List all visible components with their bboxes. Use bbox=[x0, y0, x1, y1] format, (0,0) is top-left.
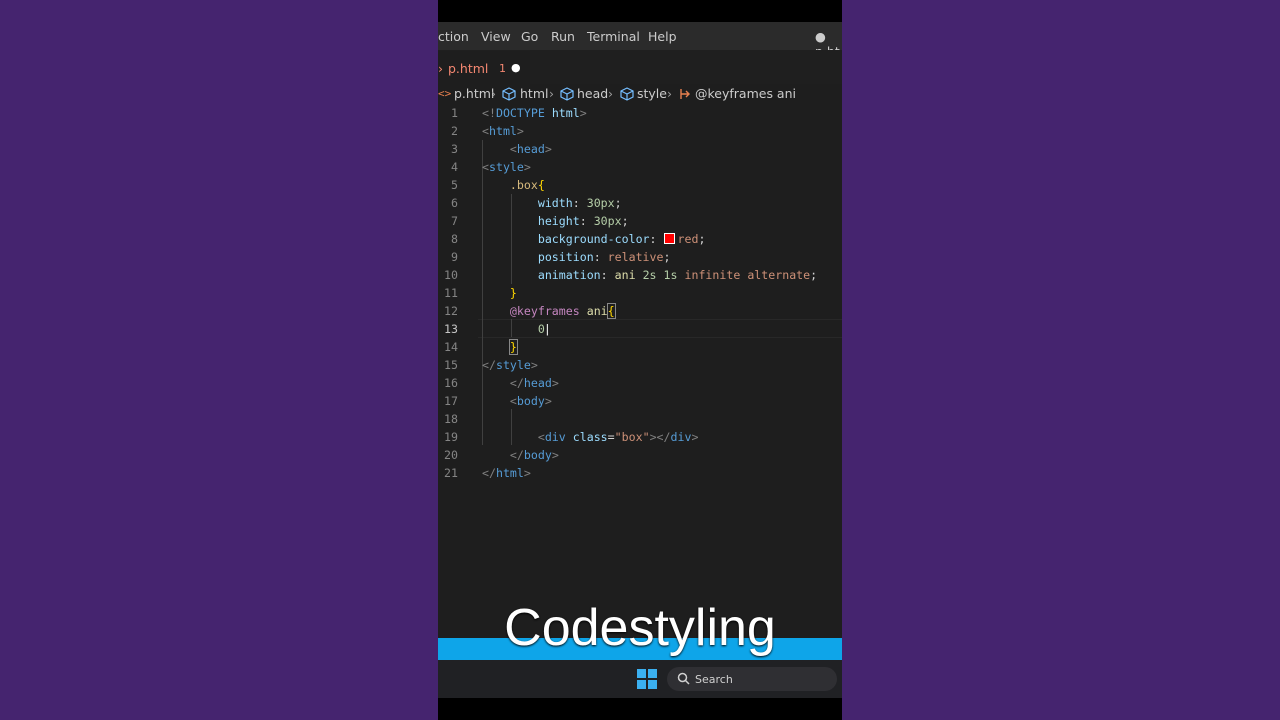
tab-label: p.html bbox=[448, 61, 489, 76]
unsaved-dot-icon[interactable]: ● bbox=[511, 61, 521, 74]
search-icon bbox=[677, 672, 690, 688]
code-line: 11 } bbox=[444, 286, 517, 300]
code-line: 12 @keyframes ani{ bbox=[444, 303, 616, 319]
chevron-right-icon: › bbox=[491, 86, 496, 101]
code-line: 10 animation: ani 2s 1s infinite alterna… bbox=[444, 268, 818, 282]
code-line: 18 bbox=[444, 412, 458, 426]
problem-count: 1 bbox=[499, 62, 506, 75]
code-line: 4 <style> bbox=[451, 160, 531, 174]
background-left bbox=[0, 0, 438, 720]
menu-help[interactable]: Help bbox=[648, 29, 677, 44]
menu-selection[interactable]: ction bbox=[438, 29, 469, 44]
code-line: 5 .box{ bbox=[451, 178, 545, 192]
code-line: 14 } bbox=[444, 339, 518, 355]
code-line: 3 <head> bbox=[451, 142, 552, 156]
code-line: 7 height: 30px; bbox=[451, 214, 629, 228]
cube-icon bbox=[560, 87, 574, 104]
background-right bbox=[842, 0, 1280, 720]
code-line: 15 </style> bbox=[444, 358, 538, 372]
tab-p-html[interactable]: › p.html 1 ● bbox=[438, 50, 530, 85]
code-line: 21 </html> bbox=[444, 466, 531, 480]
taskbar-search[interactable]: Search bbox=[667, 667, 837, 691]
search-label: Search bbox=[695, 673, 733, 686]
chevron-right-icon: › bbox=[549, 86, 554, 101]
html-file-icon: <> bbox=[438, 87, 452, 100]
watermark-text: Codestyling bbox=[504, 599, 776, 657]
code-editor[interactable]: 1 <!DOCTYPE html> 2 <html> 3 <head> 4 <styl… bbox=[438, 104, 842, 638]
menu-view[interactable]: View bbox=[481, 29, 511, 44]
menu-terminal[interactable]: Terminal bbox=[587, 29, 640, 44]
windows-start-icon[interactable] bbox=[637, 669, 657, 693]
code-line: 6 width: 30px; bbox=[451, 196, 622, 210]
breadcrumb-html[interactable]: html bbox=[520, 86, 548, 101]
code-line: 17 <body> bbox=[444, 394, 552, 408]
code-line: 1 <!DOCTYPE html> bbox=[451, 106, 587, 120]
cube-icon bbox=[620, 87, 634, 104]
breadcrumb-style[interactable]: style bbox=[637, 86, 667, 101]
chevron-right-icon: › bbox=[608, 86, 613, 101]
code-line: 2 <html> bbox=[451, 124, 524, 138]
code-line: 20 </body> bbox=[444, 448, 559, 462]
breadcrumb-file[interactable]: p.html bbox=[454, 86, 494, 101]
menu-go[interactable]: Go bbox=[521, 29, 538, 44]
code-line: 19 <div class="box"></div> bbox=[444, 430, 699, 444]
code-line-active: 13 0| bbox=[444, 322, 551, 336]
code-line: 9 position: relative; bbox=[451, 250, 671, 264]
code-line: 16 </head> bbox=[444, 376, 559, 390]
chevron-right-icon: › bbox=[667, 86, 672, 101]
menu-run[interactable]: Run bbox=[551, 29, 575, 44]
breadcrumb-head[interactable]: head bbox=[577, 86, 608, 101]
cube-icon bbox=[502, 87, 516, 104]
tab-bar: › p.html 1 ● bbox=[438, 50, 842, 85]
html-file-icon: › bbox=[438, 61, 443, 76]
breadcrumb: <> p.html › html › head › style › @keyfr… bbox=[438, 84, 842, 104]
windows-taskbar: Search bbox=[438, 660, 842, 698]
vscode-window: ction View Go Run Terminal Help ● p.ht ›… bbox=[438, 0, 842, 720]
bottom-bar bbox=[438, 698, 842, 720]
menu-bar: ction View Go Run Terminal Help ● p.ht bbox=[438, 22, 842, 59]
breadcrumb-keyframes[interactable]: @keyframes ani bbox=[695, 86, 796, 101]
code-line: 8 background-color: red; bbox=[451, 232, 706, 246]
color-swatch[interactable] bbox=[663, 233, 675, 244]
keyframes-icon bbox=[678, 87, 692, 104]
